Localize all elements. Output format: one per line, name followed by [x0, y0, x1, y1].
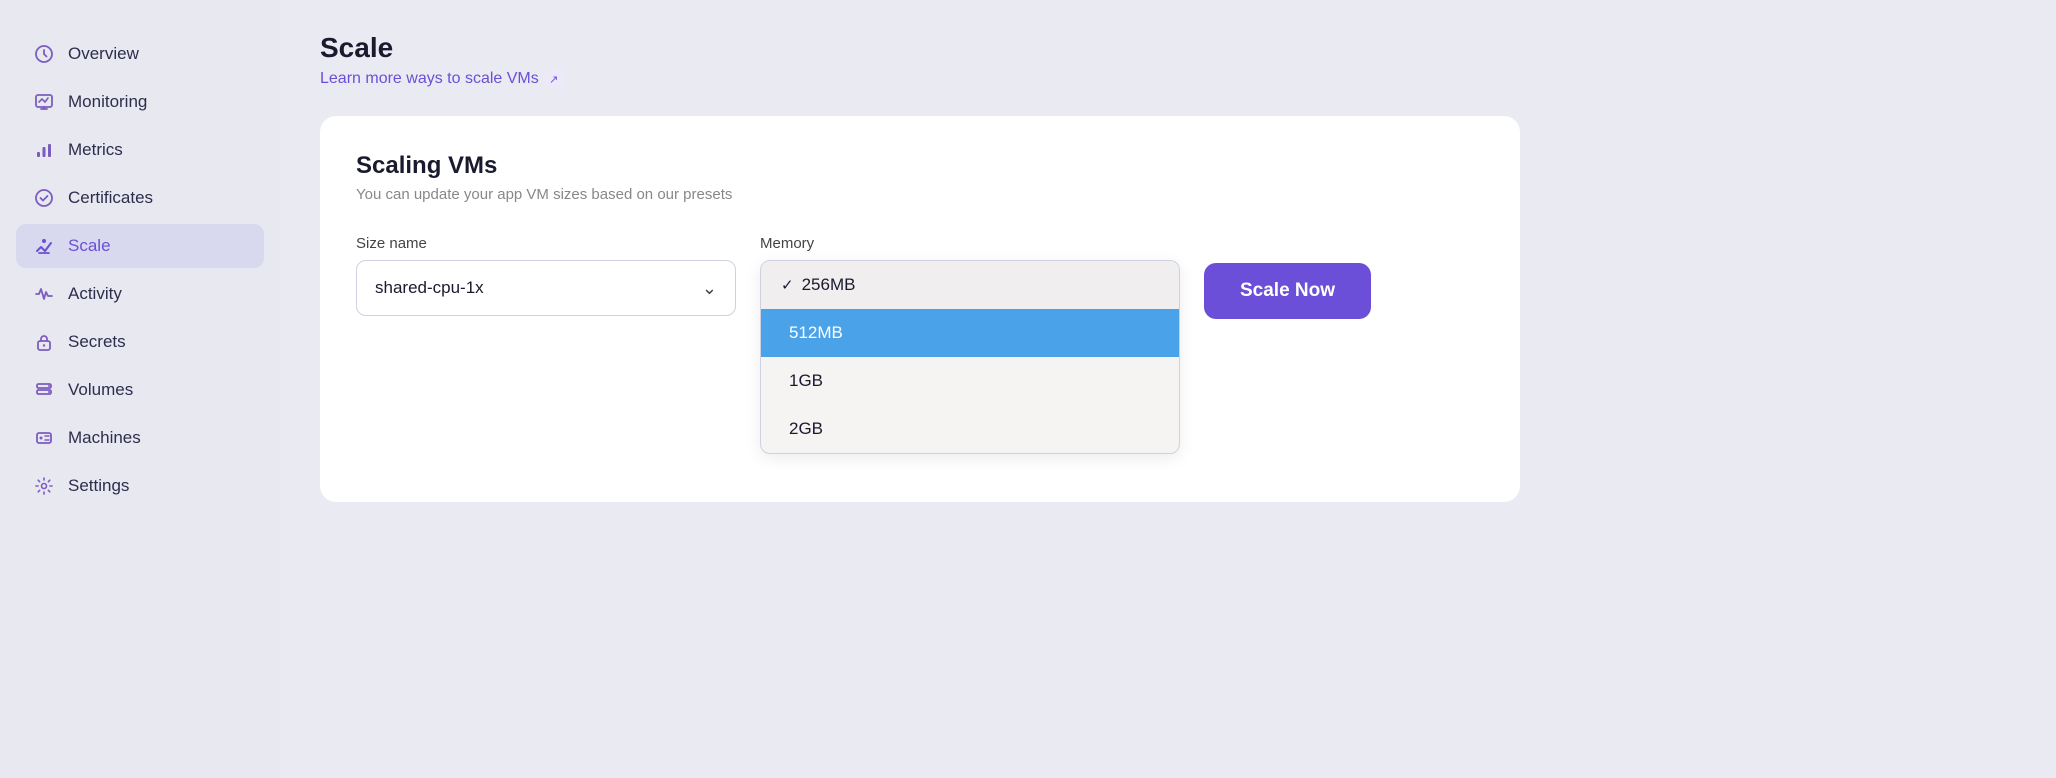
sidebar-item-settings[interactable]: Settings — [16, 464, 264, 508]
card-description: You can update your app VM sizes based o… — [356, 186, 1484, 203]
sidebar-item-label: Settings — [68, 476, 129, 496]
scale-icon — [32, 234, 56, 258]
sidebar-item-monitoring[interactable]: Monitoring — [16, 80, 264, 124]
page-title: Scale — [320, 32, 2016, 64]
scaling-card: Scaling VMs You can update your app VM s… — [320, 116, 1520, 502]
learn-link-text: Learn more ways to scale VMs — [320, 70, 539, 88]
scale-now-button[interactable]: Scale Now — [1204, 263, 1371, 319]
sidebar-item-secrets[interactable]: Secrets — [16, 320, 264, 364]
overview-icon — [32, 42, 56, 66]
size-name-group: Size name shared-cpu-1x ⌄ — [356, 235, 736, 316]
sidebar-item-machines[interactable]: Machines — [16, 416, 264, 460]
memory-option-512mb[interactable]: 512MB — [761, 309, 1179, 357]
size-name-select[interactable]: shared-cpu-1x ⌄ — [356, 260, 736, 316]
memory-option-1gb[interactable]: 1GB — [761, 357, 1179, 405]
external-link-icon: ↗ — [545, 70, 563, 88]
memory-option-label: 512MB — [789, 323, 843, 343]
memory-option-label: 256MB — [802, 275, 856, 295]
sidebar-item-label: Machines — [68, 428, 141, 448]
main-content: Scale Learn more ways to scale VMs ↗ Sca… — [280, 0, 2056, 778]
metrics-icon — [32, 138, 56, 162]
sidebar-item-label: Secrets — [68, 332, 126, 352]
sidebar-item-overview[interactable]: Overview — [16, 32, 264, 76]
settings-icon — [32, 474, 56, 498]
memory-label: Memory — [760, 235, 1180, 252]
activity-icon — [32, 282, 56, 306]
card-title: Scaling VMs — [356, 152, 1484, 180]
sidebar-item-scale[interactable]: Scale — [16, 224, 264, 268]
sidebar-item-metrics[interactable]: Metrics — [16, 128, 264, 172]
check-icon: ✓ — [781, 276, 794, 294]
sidebar-item-label: Overview — [68, 44, 139, 64]
secrets-icon — [32, 330, 56, 354]
sidebar-item-volumes[interactable]: Volumes — [16, 368, 264, 412]
sidebar-item-label: Metrics — [68, 140, 123, 160]
sidebar-item-activity[interactable]: Activity — [16, 272, 264, 316]
memory-option-256mb[interactable]: ✓ 256MB — [761, 261, 1179, 309]
size-name-label: Size name — [356, 235, 736, 252]
learn-link[interactable]: Learn more ways to scale VMs ↗ — [320, 70, 2016, 88]
sidebar-item-certificates[interactable]: Certificates — [16, 176, 264, 220]
monitoring-icon — [32, 90, 56, 114]
sidebar-item-label: Volumes — [68, 380, 133, 400]
chevron-down-icon: ⌄ — [702, 278, 717, 299]
memory-option-label: 1GB — [789, 371, 823, 391]
sidebar: Overview Monitoring Metrics — [0, 0, 280, 778]
memory-option-label: 2GB — [789, 419, 823, 439]
certificates-icon — [32, 186, 56, 210]
volumes-icon — [32, 378, 56, 402]
sidebar-item-label: Certificates — [68, 188, 153, 208]
form-row: Size name shared-cpu-1x ⌄ Memory ✓ 256MB — [356, 235, 1484, 454]
sidebar-item-label: Monitoring — [68, 92, 147, 112]
memory-option-2gb[interactable]: 2GB — [761, 405, 1179, 453]
memory-group: Memory ✓ 256MB 512MB 1GB — [760, 235, 1180, 454]
sidebar-item-label: Activity — [68, 284, 122, 304]
memory-dropdown[interactable]: ✓ 256MB 512MB 1GB 2GB — [760, 260, 1180, 454]
machines-icon — [32, 426, 56, 450]
sidebar-item-label: Scale — [68, 236, 111, 256]
size-name-value: shared-cpu-1x — [375, 278, 484, 298]
